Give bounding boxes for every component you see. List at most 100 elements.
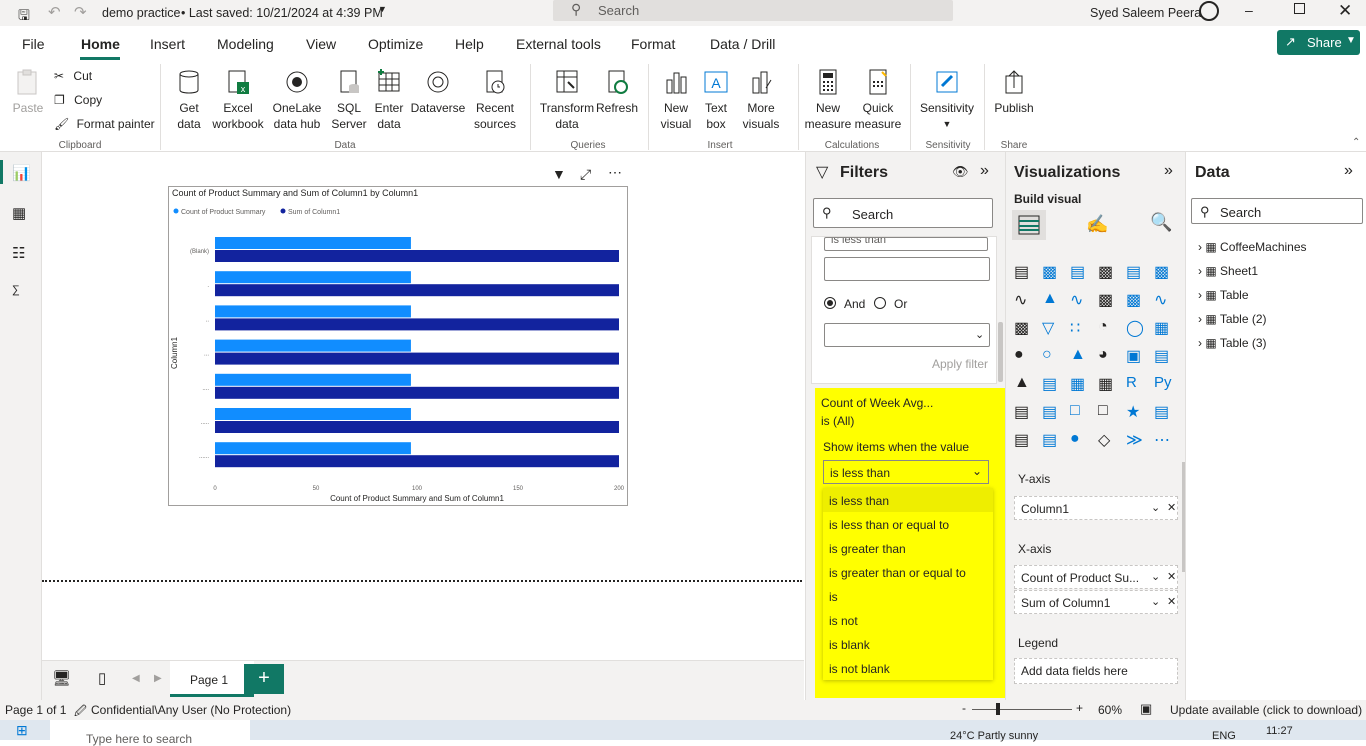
clustered-column-icon[interactable]: ▩ bbox=[1098, 262, 1118, 281]
zoom-slider-thumb[interactable] bbox=[996, 703, 1000, 715]
smart-narrative-icon[interactable]: □ bbox=[1098, 402, 1118, 420]
power-automate-icon[interactable]: ▤ bbox=[1042, 430, 1062, 449]
chevrons-icon[interactable]: ≫ bbox=[1126, 430, 1146, 449]
zoom-slider[interactable] bbox=[972, 709, 1072, 710]
zoom-in-icon[interactable]: + bbox=[1076, 701, 1083, 715]
tab-external-tools[interactable]: External tools bbox=[516, 36, 601, 52]
table-view-icon[interactable]: ▦ bbox=[12, 204, 26, 222]
new-visual-button[interactable]: New visual bbox=[656, 68, 696, 132]
chevron-down-icon[interactable]: ▼ bbox=[378, 4, 387, 14]
tab-file[interactable]: File bbox=[22, 36, 45, 52]
transform-data-button[interactable]: Transform data bbox=[538, 68, 596, 132]
area-icon[interactable]: ▲ bbox=[1042, 290, 1062, 308]
table-item-table[interactable]: › ▦ Table bbox=[1198, 288, 1249, 302]
tab-modeling[interactable]: Modeling bbox=[217, 36, 274, 52]
format-visual-icon[interactable]: ✍ bbox=[1086, 214, 1108, 235]
line-column-icon[interactable]: ▩ bbox=[1098, 290, 1118, 309]
pie-icon[interactable]: ◔ bbox=[1098, 318, 1118, 336]
collapse-pane-icon[interactable]: » bbox=[1164, 162, 1173, 180]
option-is-blank[interactable]: is blank bbox=[829, 638, 870, 652]
dax-query-view-icon[interactable]: ∑ bbox=[12, 284, 20, 296]
zoom-out-icon[interactable]: - bbox=[962, 701, 966, 715]
option-is[interactable]: is bbox=[829, 590, 838, 604]
apply-filter-button[interactable]: Apply filter bbox=[932, 357, 988, 371]
analytics-icon[interactable]: 🔍 bbox=[1150, 212, 1172, 233]
option-is-less-than-or-equal[interactable]: is less than or equal to bbox=[829, 518, 949, 532]
quick-measure-button[interactable]: Quick measure bbox=[854, 68, 902, 132]
funnel-icon[interactable]: ▽ bbox=[1042, 318, 1062, 337]
add-page-button[interactable]: + bbox=[244, 664, 284, 694]
decomposition-tree-icon[interactable]: ▤ bbox=[1042, 402, 1062, 421]
bar-chart-visual[interactable]: Count of Product Summary and Sum of Colu… bbox=[168, 186, 628, 506]
cut-button[interactable]: ✂ Cut bbox=[54, 68, 92, 84]
r-visual-icon[interactable]: R bbox=[1126, 374, 1146, 392]
diamond-icon[interactable]: ◇ bbox=[1098, 430, 1118, 449]
key-influencers-icon[interactable]: ▤ bbox=[1014, 402, 1034, 421]
focus-mode-icon[interactable]: ⤢ bbox=[580, 166, 591, 183]
condition-select-top[interactable]: is less than bbox=[824, 237, 988, 251]
tab-data-drill[interactable]: Data / Drill bbox=[710, 36, 775, 52]
tab-optimize[interactable]: Optimize bbox=[368, 36, 423, 52]
or-radio[interactable] bbox=[874, 297, 886, 309]
enter-data-button[interactable]: Enter data bbox=[370, 68, 408, 132]
taskbar-search[interactable]: Type here to search bbox=[50, 720, 250, 746]
scatter-icon[interactable]: ∷ bbox=[1070, 318, 1090, 337]
filters-search-input[interactable]: ⚲ Search bbox=[813, 198, 993, 228]
next-page-icon[interactable]: ▶ bbox=[154, 673, 162, 684]
table-item-table-2[interactable]: › ▦ Table (2) bbox=[1198, 312, 1267, 326]
new-measure-button[interactable]: New measure bbox=[804, 68, 852, 132]
legend-field-well[interactable]: Add data fields here bbox=[1014, 658, 1178, 684]
filter-icon[interactable]: ▼ bbox=[552, 166, 566, 182]
excel-workbook-button[interactable]: x Excel workbook bbox=[210, 68, 266, 132]
stacked-area-icon[interactable]: ∿ bbox=[1070, 290, 1090, 309]
mobile-layout-icon[interactable]: ▯ bbox=[98, 669, 106, 687]
azure-map-icon[interactable]: ▲ bbox=[1070, 346, 1090, 364]
fit-to-page-icon[interactable]: ▣ bbox=[1140, 701, 1152, 717]
condition-select-2[interactable]: ⌄ bbox=[824, 323, 990, 347]
prev-page-icon[interactable]: ◀ bbox=[132, 673, 140, 684]
stacked-column-icon[interactable]: ▩ bbox=[1042, 262, 1062, 281]
paginated-icon[interactable]: ▤ bbox=[1154, 402, 1174, 421]
multi-row-card-icon[interactable]: ▤ bbox=[1154, 346, 1174, 365]
collapse-ribbon-icon[interactable]: ⌃ bbox=[1352, 137, 1360, 148]
condition-select[interactable]: is less than ⌄ bbox=[823, 460, 989, 484]
power-apps-icon[interactable]: ▤ bbox=[1014, 430, 1034, 449]
dataverse-button[interactable]: Dataverse bbox=[410, 68, 466, 116]
doc-name[interactable]: demo practice bbox=[102, 6, 181, 20]
maximize-icon[interactable] bbox=[1294, 3, 1305, 14]
close-icon[interactable]: ✕ bbox=[1338, 1, 1352, 21]
scrollbar[interactable] bbox=[998, 322, 1003, 382]
redo-icon[interactable]: ↷ bbox=[74, 3, 87, 21]
table-item-table-3[interactable]: › ▦ Table (3) bbox=[1198, 336, 1267, 350]
sensitivity-button[interactable]: Sensitivity ▼ bbox=[918, 68, 976, 132]
recent-sources-button[interactable]: Recent sources bbox=[470, 68, 520, 132]
slicer-icon[interactable]: ▤ bbox=[1042, 374, 1062, 393]
text-box-button[interactable]: A Text box bbox=[698, 68, 734, 132]
tab-help[interactable]: Help bbox=[455, 36, 484, 52]
report-canvas[interactable]: ▼ ⤢ ⋯ Count of Product Summary and Sum o… bbox=[42, 152, 804, 660]
option-is-not[interactable]: is not bbox=[829, 614, 858, 628]
tab-insert[interactable]: Insert bbox=[150, 36, 185, 52]
onelake-button[interactable]: OneLake data hub bbox=[268, 68, 326, 132]
desktop-layout-icon[interactable]: 🖥 bbox=[52, 669, 71, 687]
avatar[interactable] bbox=[1199, 1, 1219, 21]
collapse-pane-icon[interactable]: » bbox=[980, 162, 989, 180]
clustered-bar-icon[interactable]: ▤ bbox=[1070, 262, 1090, 281]
share-button[interactable]: ↗ Share ▼ bbox=[1277, 30, 1360, 55]
option-is-less-than[interactable]: is less than bbox=[829, 494, 889, 508]
arcgis-icon[interactable]: ● bbox=[1070, 430, 1090, 448]
option-is-not-blank[interactable]: is not blank bbox=[829, 662, 890, 676]
collapse-pane-icon[interactable]: » bbox=[1344, 162, 1353, 180]
qa-icon[interactable]: □ bbox=[1070, 402, 1090, 420]
undo-icon[interactable]: ↶ bbox=[48, 3, 61, 21]
stacked-bar-icon[interactable]: ▤ bbox=[1014, 262, 1034, 281]
table-icon[interactable]: ▦ bbox=[1070, 374, 1090, 393]
kpi-icon[interactable]: ▲ bbox=[1014, 374, 1034, 392]
update-available[interactable]: Update available (click to download) bbox=[1170, 703, 1362, 717]
map-icon[interactable]: ● bbox=[1014, 346, 1034, 364]
x-axis-field-2[interactable]: Sum of Column1 ⌄ ✕ bbox=[1014, 590, 1178, 614]
100-column-icon[interactable]: ▩ bbox=[1154, 262, 1174, 281]
matrix-icon[interactable]: ▦ bbox=[1098, 374, 1118, 393]
more-icon[interactable]: ⋯ bbox=[1154, 430, 1174, 449]
python-visual-icon[interactable]: Py bbox=[1154, 374, 1174, 392]
